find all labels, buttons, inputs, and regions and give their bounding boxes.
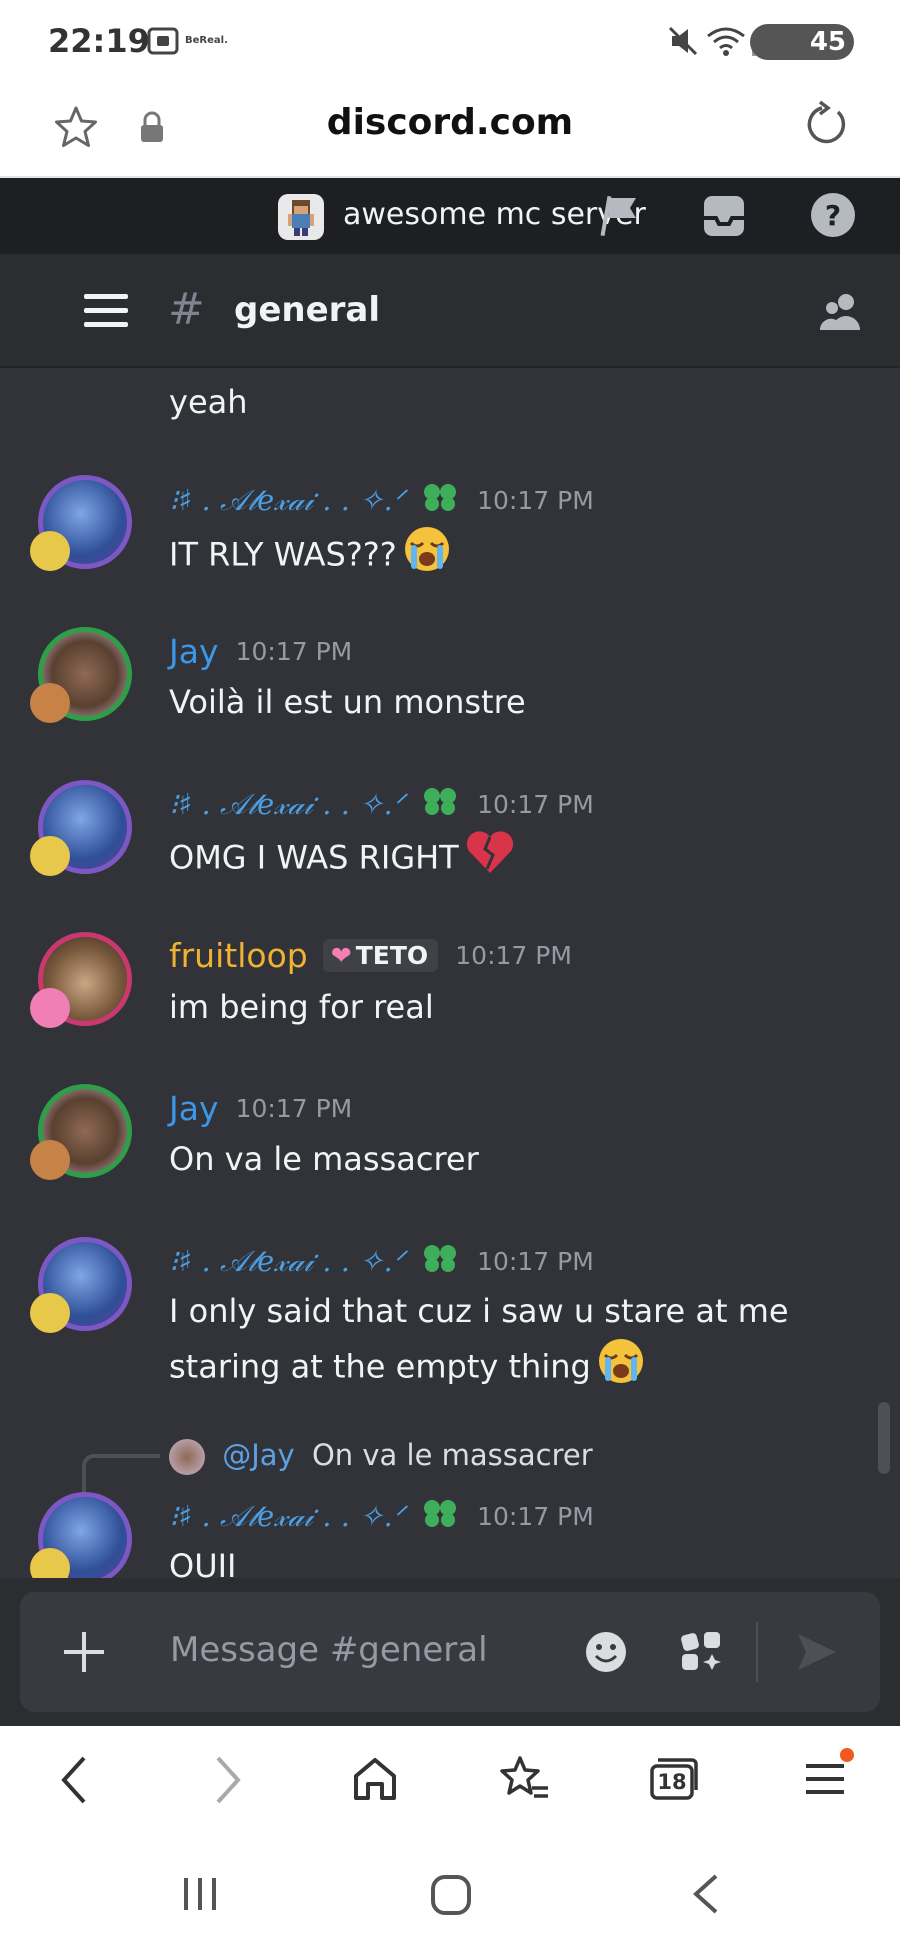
crying-emoji-icon bbox=[403, 525, 451, 588]
timestamp: 10:17 PM bbox=[477, 789, 594, 819]
timestamp: 10:17 PM bbox=[455, 941, 572, 970]
message-content: I only said that cuz i saw u stare at me… bbox=[169, 1286, 809, 1400]
reply-preview[interactable]: @Jay On va le massacrer bbox=[169, 1438, 593, 1478]
channel-hash-icon: # bbox=[168, 284, 205, 335]
message-input[interactable]: Message #general bbox=[170, 1630, 488, 1670]
clover-icon bbox=[420, 784, 460, 824]
avatar-decoration bbox=[30, 1293, 70, 1333]
home-button-icon[interactable] bbox=[430, 1874, 472, 1920]
bereal-badge: BeReal. bbox=[185, 35, 228, 46]
message-header: Jay 10:17 PM bbox=[169, 632, 352, 672]
author-name[interactable]: Jay bbox=[169, 632, 218, 671]
channel-header: # general bbox=[0, 254, 900, 368]
message-list[interactable]: yeah ⁝♯ . 𝒜𝓁𝑒𝓍𝒶𝒾 . . ✧.ᐟ 10:17 PM IT RLY… bbox=[0, 368, 900, 1578]
timestamp: 10:17 PM bbox=[235, 1094, 353, 1123]
reply-text: On va le massacrer bbox=[311, 1438, 593, 1472]
help-icon[interactable]: ? bbox=[810, 192, 856, 242]
author-name[interactable]: ⁝♯ . 𝒜𝓁𝑒𝓍𝒶𝒾 . . ✧.ᐟ bbox=[169, 1499, 405, 1534]
message-header: ⁝♯ . 𝒜𝓁𝑒𝓍𝒶𝒾 . . ✧.ᐟ 10:17 PM bbox=[169, 480, 594, 520]
server-tag[interactable]: ❤ TETO bbox=[322, 939, 439, 972]
menu-icon[interactable] bbox=[804, 1748, 854, 1806]
crying-emoji-icon bbox=[597, 1337, 645, 1400]
status-bar: 22:19 BeReal. 45 bbox=[0, 0, 900, 82]
members-icon[interactable] bbox=[819, 290, 864, 338]
avatar-decoration bbox=[30, 683, 70, 723]
message-composer: Message #general bbox=[20, 1592, 880, 1712]
scrollbar-thumb[interactable] bbox=[878, 1402, 890, 1474]
recents-icon[interactable] bbox=[180, 1874, 220, 1918]
message-content: im being for real bbox=[169, 988, 434, 1026]
author-name[interactable]: Jay bbox=[169, 1089, 218, 1128]
message-content: OUII bbox=[169, 1547, 237, 1578]
flag-icon[interactable] bbox=[596, 192, 642, 242]
author-name[interactable]: ⁝♯ . 𝒜𝓁𝑒𝓍𝒶𝒾 . . ✧.ᐟ bbox=[169, 787, 405, 822]
home-icon[interactable] bbox=[350, 1754, 400, 1808]
author-name[interactable]: ⁝♯ . 𝒜𝓁𝑒𝓍𝒶𝒾 . . ✧.ᐟ bbox=[169, 1244, 405, 1279]
server-icon[interactable] bbox=[278, 194, 324, 240]
hamburger-icon[interactable] bbox=[84, 292, 128, 334]
reply-mention[interactable]: @Jay bbox=[222, 1438, 295, 1472]
timestamp: 10:17 PM bbox=[477, 1246, 594, 1276]
tabs-icon[interactable]: 18 bbox=[648, 1756, 700, 1806]
channel-name: general bbox=[234, 290, 381, 330]
message-text: IT RLY WAS??? bbox=[169, 535, 397, 574]
back-icon[interactable] bbox=[54, 1750, 94, 1814]
message-content: Voilà il est un monstre bbox=[169, 683, 526, 721]
message-content: IT RLY WAS??? bbox=[169, 525, 889, 588]
forward-icon[interactable] bbox=[208, 1750, 248, 1814]
message-text: I only said that cuz i saw u stare at me… bbox=[169, 1292, 789, 1386]
clover-icon bbox=[420, 1496, 460, 1536]
message-header: fruitloop ❤ TETO 10:17 PM bbox=[169, 936, 572, 976]
clover-icon bbox=[420, 1241, 460, 1281]
apps-icon[interactable] bbox=[678, 1628, 724, 1678]
emoji-icon[interactable] bbox=[584, 1630, 628, 1678]
system-back-icon[interactable] bbox=[688, 1872, 722, 1920]
author-name[interactable]: fruitloop bbox=[169, 936, 308, 975]
message-header: Jay 10:17 PM bbox=[169, 1089, 352, 1129]
avatar-decoration bbox=[30, 988, 70, 1028]
author-name[interactable]: ⁝♯ . 𝒜𝓁𝑒𝓍𝒶𝒾 . . ✧.ᐟ bbox=[169, 483, 405, 518]
browser-toolbar: 18 bbox=[0, 1726, 900, 1834]
status-time: 22:19 bbox=[48, 22, 150, 60]
message-content: On va le massacrer bbox=[169, 1140, 479, 1178]
server-tag-label: TETO bbox=[355, 941, 429, 970]
reply-connector bbox=[82, 1454, 160, 1498]
message-content: yeah bbox=[169, 383, 248, 421]
url-domain[interactable]: discord.com bbox=[0, 102, 900, 143]
system-nav-bar bbox=[0, 1834, 900, 1950]
svg-text:?: ? bbox=[825, 199, 841, 232]
avatar-decoration bbox=[30, 1140, 70, 1180]
avatar-decoration bbox=[30, 836, 70, 876]
notification-dot bbox=[840, 1748, 854, 1762]
tab-count: 18 bbox=[657, 1770, 687, 1794]
mute-icon bbox=[668, 24, 698, 62]
bookmarks-icon[interactable] bbox=[498, 1754, 552, 1808]
heart-icon: ❤ bbox=[330, 941, 352, 970]
browser-url-bar: discord.com bbox=[0, 82, 900, 178]
composer-area: Message #general bbox=[0, 1578, 900, 1726]
reply-avatar bbox=[169, 1439, 205, 1475]
timestamp: 10:17 PM bbox=[235, 637, 353, 666]
inbox-icon[interactable] bbox=[700, 192, 748, 244]
message-header: ⁝♯ . 𝒜𝓁𝑒𝓍𝒶𝒾 . . ✧.ᐟ 10:17 PM bbox=[169, 1241, 594, 1281]
composer-divider bbox=[756, 1622, 758, 1682]
reload-icon[interactable] bbox=[800, 100, 850, 154]
message-header: ⁝♯ . 𝒜𝓁𝑒𝓍𝒶𝒾 . . ✧.ᐟ 10:17 PM bbox=[169, 1496, 594, 1536]
wifi-icon bbox=[706, 24, 746, 62]
broken-heart-emoji-icon bbox=[465, 829, 515, 890]
send-icon[interactable] bbox=[794, 1630, 838, 1678]
avatar-decoration bbox=[30, 531, 70, 571]
message-content: OMG I WAS RIGHT bbox=[169, 829, 889, 890]
plus-icon[interactable] bbox=[62, 1630, 106, 1678]
battery-indicator: 45 bbox=[750, 24, 854, 60]
timestamp: 10:17 PM bbox=[477, 1501, 594, 1531]
server-header: awesome mc server ? bbox=[0, 178, 900, 254]
screenshot-icon bbox=[146, 24, 180, 62]
message-text: OMG I WAS RIGHT bbox=[169, 838, 459, 877]
message-header: ⁝♯ . 𝒜𝓁𝑒𝓍𝒶𝒾 . . ✧.ᐟ 10:17 PM bbox=[169, 784, 594, 824]
clover-icon bbox=[420, 480, 460, 520]
timestamp: 10:17 PM bbox=[477, 485, 594, 515]
